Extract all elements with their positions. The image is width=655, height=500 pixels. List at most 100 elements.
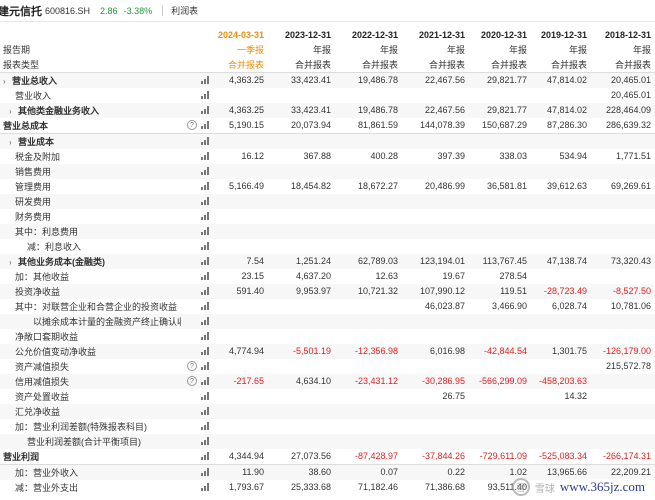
header-cell: 年报 xyxy=(312,45,331,55)
header-cell[interactable]: 2024-03-31 xyxy=(213,27,268,42)
header-cell[interactable]: 2021-12-31 xyxy=(402,27,469,42)
bar-chart-icon[interactable] xyxy=(201,242,209,250)
bar-chart-icon[interactable] xyxy=(201,452,209,460)
bar-chart-icon[interactable] xyxy=(201,332,209,340)
row-label-cell[interactable]: › 其他业务成本(金融类) xyxy=(0,253,181,269)
chevron-right-icon[interactable]: › xyxy=(9,107,18,116)
value-cell xyxy=(213,163,268,179)
row-label-cell[interactable]: › 营业成本 xyxy=(0,133,181,149)
value-cell: 591.40 xyxy=(213,283,268,299)
bar-chart-icon[interactable] xyxy=(201,91,209,99)
company-name[interactable]: 建元信托 xyxy=(0,3,42,19)
value-cell: 29,821.77 xyxy=(469,72,531,88)
row-label: 管理费用 xyxy=(15,181,52,192)
bar-chart-icon[interactable] xyxy=(201,437,209,445)
row-label: 加：其他收益 xyxy=(15,271,70,282)
table-row: 信用减值损失? -217.65 4,634.10 -23,431.12 -30,286.… xyxy=(0,373,655,389)
value-cell xyxy=(402,239,469,254)
bar-chart-icon[interactable] xyxy=(201,106,209,114)
bar-chart-icon[interactable] xyxy=(201,257,209,265)
row-label-cell: 研发费用 xyxy=(0,193,181,209)
row-icon-group xyxy=(181,465,213,480)
bar-chart-icon[interactable] xyxy=(201,392,209,400)
help-icon[interactable]: ? xyxy=(187,376,197,386)
value-cell xyxy=(402,223,469,239)
value-cell xyxy=(469,419,531,434)
row-label-cell[interactable]: › 营业总收入 xyxy=(0,72,181,88)
header-cell[interactable]: 2020-12-31 xyxy=(469,27,531,42)
help-icon[interactable]: ? xyxy=(187,361,197,371)
header-cell[interactable]: 2018-12-31 xyxy=(591,27,655,42)
row-icon-group xyxy=(181,254,213,269)
value-cell: 150,687.29 xyxy=(469,117,531,134)
value-cell xyxy=(268,239,335,254)
row-label-cell: 营业总成本 xyxy=(0,117,181,134)
bar-chart-icon[interactable] xyxy=(201,468,209,476)
row-icons xyxy=(181,283,213,299)
help-icon[interactable]: ? xyxy=(187,120,197,130)
value-cell xyxy=(335,163,402,179)
bar-chart-icon[interactable] xyxy=(201,362,209,370)
row-icons xyxy=(181,163,213,179)
value-cell: 228,464.09 xyxy=(591,102,655,118)
stock-code: 600816.SH xyxy=(45,5,91,16)
row-icon-group xyxy=(181,88,213,103)
row-label-cell[interactable]: › 其他类金融业务收入 xyxy=(0,102,181,118)
header-row-period: 报告期 一季报 年报 年报 年报 年报 年报 年报 xyxy=(0,42,655,57)
value-cell: 6,016.98 xyxy=(402,343,469,359)
row-label: 营业利润 xyxy=(3,451,40,462)
bar-chart-icon[interactable] xyxy=(201,167,209,175)
value-cell xyxy=(213,299,268,314)
chevron-right-icon[interactable]: › xyxy=(9,258,18,267)
bar-chart-icon[interactable] xyxy=(201,227,209,235)
row-icons xyxy=(181,329,213,344)
value-cell xyxy=(591,209,655,224)
bar-chart-icon[interactable] xyxy=(201,422,209,430)
bar-chart-icon[interactable] xyxy=(201,407,209,415)
row-icon-group xyxy=(181,299,213,314)
table-row: 资产减值损失? 215,572.78 xyxy=(0,359,655,374)
row-icon-group xyxy=(181,344,213,359)
value-cell xyxy=(402,403,469,419)
value-cell: 397.39 xyxy=(437,151,465,161)
value-cell: 7.54 xyxy=(213,253,268,269)
row-label: 研发费用 xyxy=(15,196,52,207)
value-cell xyxy=(213,329,268,344)
bar-chart-icon[interactable] xyxy=(201,287,209,295)
value-cell: 12.63 xyxy=(375,271,398,281)
value-cell xyxy=(335,193,402,209)
bar-chart-icon[interactable] xyxy=(201,182,209,190)
header-cell[interactable]: 2019-12-31 xyxy=(531,27,591,42)
bar-chart-icon[interactable] xyxy=(201,302,209,310)
bar-chart-icon[interactable] xyxy=(201,483,209,491)
header-cell[interactable]: 2023-12-31 xyxy=(268,27,335,42)
bar-chart-icon[interactable] xyxy=(201,76,209,84)
row-icon-group: ? xyxy=(181,118,213,133)
value-cell xyxy=(469,163,531,179)
bar-chart-icon[interactable] xyxy=(201,347,209,355)
header-cell[interactable]: 2022-12-31 xyxy=(335,27,402,42)
row-label-cell: 投资净收益 xyxy=(0,283,181,299)
chevron-right-icon[interactable]: › xyxy=(3,77,12,86)
value-cell: -458,203.63 xyxy=(531,373,591,389)
row-label: 减：利息收入 xyxy=(27,241,82,252)
bar-chart-icon[interactable] xyxy=(201,197,209,205)
bar-chart-icon[interactable] xyxy=(201,121,209,129)
row-icon-group xyxy=(181,103,213,118)
bar-chart-icon[interactable] xyxy=(201,137,209,145)
bar-chart-icon[interactable] xyxy=(201,317,209,325)
bar-chart-icon[interactable] xyxy=(201,377,209,385)
bar-chart-icon[interactable] xyxy=(201,272,209,280)
row-icons xyxy=(181,253,213,269)
value-cell: 6,028.74 xyxy=(551,301,587,311)
row-icon-group xyxy=(181,179,213,194)
bar-chart-icon[interactable] xyxy=(201,212,209,220)
row-icon-group: ? xyxy=(181,374,213,389)
bar-chart-icon[interactable] xyxy=(201,152,209,160)
table-row: 公允价值变动净收益 4,774.94 -5,501.19 -12,356.98 6,01… xyxy=(0,343,655,359)
tab-income-statement[interactable]: 利润表 xyxy=(171,4,198,17)
value-cell: 123,194.01 xyxy=(402,253,469,269)
value-cell xyxy=(335,88,402,103)
value-cell xyxy=(268,133,335,149)
chevron-right-icon[interactable]: › xyxy=(9,138,18,147)
